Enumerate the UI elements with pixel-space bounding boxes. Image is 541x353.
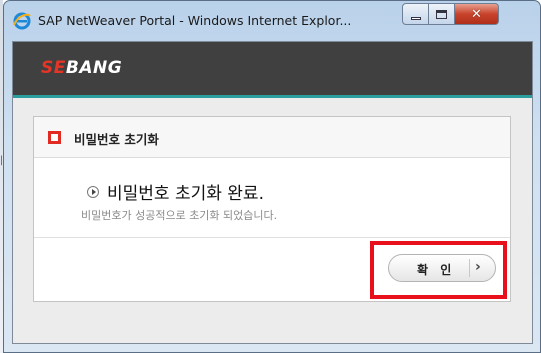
confirm-button[interactable]: 확 인 › xyxy=(388,254,496,282)
play-circle-icon xyxy=(87,186,99,198)
popup-window: SAP NetWeaver Portal - Windows Internet … xyxy=(3,0,541,353)
maximize-button[interactable] xyxy=(429,3,455,25)
internet-explorer-icon xyxy=(13,12,31,30)
page-content: SEBANG 비밀번호 초기화 비밀번호 초기화 완료. 비밀번호가 성공적으로… xyxy=(12,41,533,344)
title-bar[interactable]: SAP NetWeaver Portal - Windows Internet … xyxy=(4,1,540,41)
chevron-right-icon: › xyxy=(475,259,481,275)
button-separator xyxy=(469,259,470,277)
minimize-button[interactable] xyxy=(402,3,429,25)
completion-message: 비밀번호 초기화 완료. xyxy=(107,184,264,204)
panel-title: 비밀번호 초기화 xyxy=(74,132,159,147)
seah-bang-logo: SEBANG xyxy=(41,58,123,78)
close-icon: ✕ xyxy=(471,6,482,22)
completion-sub-message: 비밀번호가 성공적으로 초기화 되었습니다. xyxy=(81,209,278,222)
maximize-icon xyxy=(436,9,447,19)
panel-header: 비밀번호 초기화 xyxy=(34,117,510,158)
close-button[interactable]: ✕ xyxy=(455,3,499,25)
square-bullet-icon xyxy=(48,131,61,144)
portal-header: SEBANG xyxy=(13,42,532,98)
confirm-label: 확 인 xyxy=(417,263,456,277)
divider xyxy=(34,237,510,238)
minimize-icon xyxy=(410,16,421,20)
window-title: SAP NetWeaver Portal - Windows Internet … xyxy=(38,13,352,28)
password-reset-panel: 비밀번호 초기화 비밀번호 초기화 완료. 비밀번호가 성공적으로 초기화 되었… xyxy=(33,116,511,302)
content-area: 비밀번호 초기화 비밀번호 초기화 완료. 비밀번호가 성공적으로 초기화 되었… xyxy=(13,98,532,343)
